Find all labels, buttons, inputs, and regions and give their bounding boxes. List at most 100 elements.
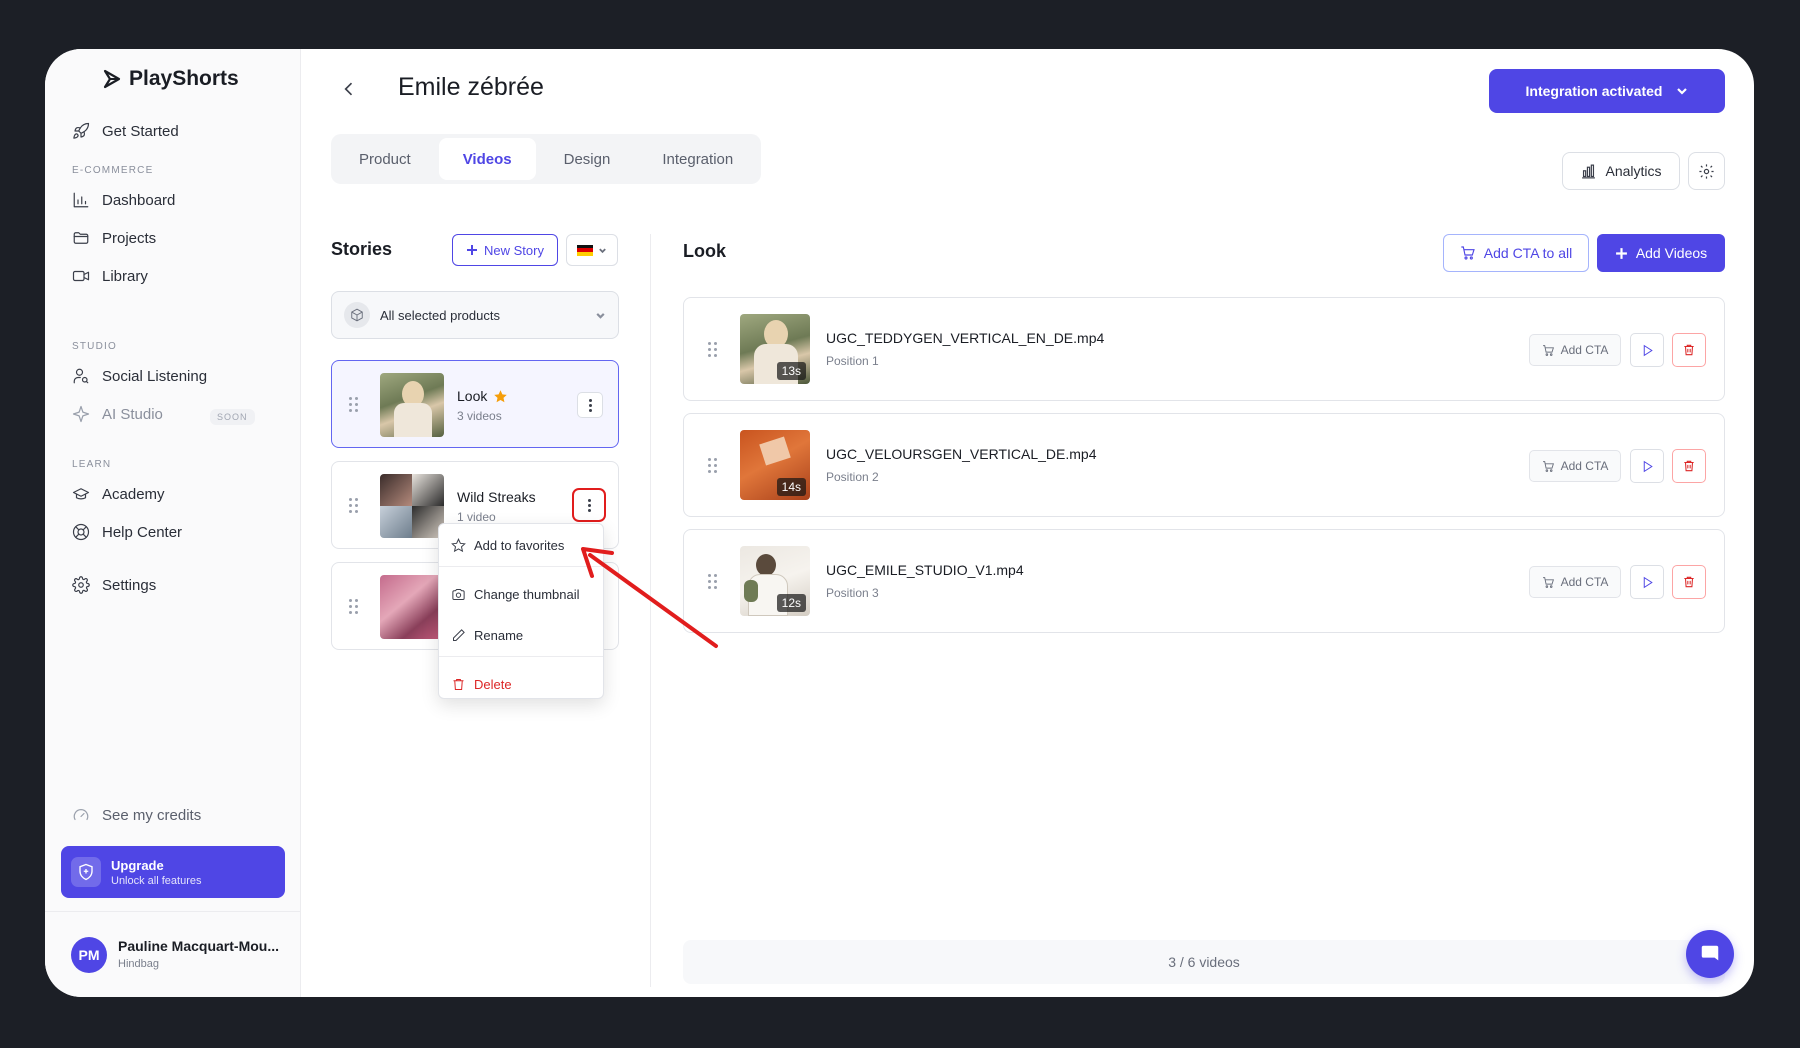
sparkle-icon (72, 405, 90, 423)
story-detail-title: Look (683, 241, 726, 261)
bar-chart-icon (73, 192, 89, 208)
video-position: Position 1 (826, 354, 879, 368)
play-button[interactable] (1630, 333, 1664, 367)
video-duration: 14s (776, 478, 806, 496)
video-row: 13s UGC_TEDDYGEN_VERTICAL_EN_DE.mp4 Posi… (683, 297, 1725, 401)
tab-product[interactable]: Product (335, 138, 435, 180)
drag-handle-icon[interactable] (708, 574, 718, 590)
user-name[interactable]: Pauline Macquart-Mou... (118, 938, 279, 954)
sidebar-item-dashboard[interactable]: Dashboard (72, 188, 175, 212)
playshorts-logo-icon (103, 69, 121, 89)
add-videos-button[interactable]: Add Videos (1597, 234, 1725, 272)
pencil-icon (453, 629, 465, 641)
tab-bar: Product Videos Design Integration (331, 134, 762, 184)
sidebar-item-library[interactable]: Library (72, 264, 148, 288)
avatar[interactable]: PM (71, 937, 107, 973)
sidebar-item-settings[interactable]: Settings (72, 573, 156, 597)
back-button[interactable] (339, 79, 359, 99)
divider (650, 234, 651, 987)
menu-item-delete[interactable]: Delete (451, 677, 512, 692)
add-cta-to-all-button[interactable]: Add CTA to all (1443, 234, 1589, 272)
sidebar-item-get-started[interactable]: Get Started (72, 119, 179, 143)
story-menu-button[interactable] (572, 488, 606, 522)
story-card-look[interactable]: Look 3 videos (331, 360, 619, 448)
story-name: Wild Streaks (457, 489, 536, 505)
trash-icon (1684, 460, 1694, 472)
star-icon (494, 389, 508, 402)
drag-handle-icon[interactable] (349, 599, 359, 615)
divider (439, 566, 603, 567)
gear-icon (72, 576, 90, 594)
chat-support-button[interactable] (1686, 930, 1734, 978)
integration-status-button[interactable]: Integration activated (1489, 69, 1725, 113)
chat-bubble-icon (1701, 945, 1719, 961)
story-context-menu: Add to favorites Change thumbnail Rename… (438, 523, 604, 699)
section-label-studio: STUDIO (72, 341, 117, 352)
add-cta-label: Add CTA (1560, 575, 1609, 589)
sidebar-item-label: Projects (102, 229, 157, 247)
sidebar-item-academy[interactable]: Academy (72, 482, 165, 506)
sidebar-item-label: Get Started (102, 122, 179, 140)
analytics-button[interactable]: Analytics (1562, 152, 1680, 190)
video-thumbnail[interactable]: 12s (740, 546, 810, 616)
sidebar-item-label: Social Listening (102, 367, 208, 385)
menu-item-rename[interactable]: Rename (451, 628, 523, 643)
sidebar-item-label: See my credits (102, 806, 202, 824)
sidebar-item-projects[interactable]: Projects (72, 226, 156, 250)
tab-integration[interactable]: Integration (638, 138, 757, 180)
video-icon (72, 270, 90, 282)
drag-handle-icon[interactable] (349, 498, 359, 514)
video-position: Position 3 (826, 586, 879, 600)
page-title: Emile zébrée (398, 73, 544, 101)
menu-item-add-favorites[interactable]: Add to favorites (451, 538, 564, 553)
add-cta-button[interactable]: Add CTA (1529, 450, 1621, 482)
tab-design[interactable]: Design (540, 138, 635, 180)
drag-handle-icon[interactable] (349, 397, 359, 413)
drag-handle-icon[interactable] (708, 458, 718, 474)
sidebar-item-label: Library (102, 267, 148, 285)
tab-videos[interactable]: Videos (438, 138, 536, 180)
plus-icon (467, 245, 478, 255)
add-cta-label: Add CTA (1560, 459, 1609, 473)
delete-video-button[interactable] (1672, 333, 1706, 367)
sidebar-item-label: Settings (102, 576, 157, 594)
story-name-text: Wild Streaks (457, 489, 536, 505)
upgrade-button[interactable]: Upgrade Unlock all features (61, 846, 285, 898)
video-duration: 13s (776, 362, 806, 380)
story-menu-button[interactable] (577, 392, 603, 418)
kebab-dot (588, 408, 592, 412)
sidebar-item-label: AI Studio (102, 405, 163, 423)
play-icon (1643, 576, 1653, 588)
shield-plus-icon (71, 857, 101, 887)
video-thumbnail[interactable]: 13s (740, 314, 810, 384)
add-cta-button[interactable]: Add CTA (1529, 334, 1621, 366)
sidebar-item-ai-studio[interactable]: AI Studio (72, 402, 163, 426)
sidebar-item-credits[interactable]: See my credits (72, 803, 201, 827)
play-button[interactable] (1630, 565, 1664, 599)
sidebar-item-label: Dashboard (102, 191, 176, 209)
trash-icon (1684, 576, 1694, 588)
app-logo[interactable]: PlayShorts (103, 67, 239, 91)
story-settings-button[interactable] (1688, 152, 1725, 190)
drag-handle-icon[interactable] (708, 342, 718, 358)
play-button[interactable] (1630, 449, 1664, 483)
star-outline-icon (451, 538, 466, 553)
sidebar-item-help-center[interactable]: Help Center (72, 520, 182, 544)
sidebar-item-label: Academy (102, 485, 165, 503)
delete-video-button[interactable] (1672, 449, 1706, 483)
chevron-down-icon (1677, 88, 1688, 95)
video-thumbnail[interactable]: 14s (740, 430, 810, 500)
language-select[interactable] (566, 234, 618, 266)
new-story-button[interactable]: New Story (452, 234, 558, 266)
gear-icon (1699, 163, 1714, 179)
menu-item-change-thumbnail[interactable]: Change thumbnail (451, 587, 580, 602)
delete-video-button[interactable] (1672, 565, 1706, 599)
chevron-down-icon (596, 312, 605, 319)
menu-item-label: Add to favorites (474, 538, 565, 553)
sidebar-item-social-listening[interactable]: Social Listening (72, 364, 207, 388)
product-filter-select[interactable]: All selected products (331, 291, 619, 339)
video-duration: 12s (776, 594, 806, 612)
menu-item-label: Rename (474, 628, 524, 643)
add-cta-button[interactable]: Add CTA (1529, 566, 1621, 598)
play-icon (1643, 344, 1653, 356)
